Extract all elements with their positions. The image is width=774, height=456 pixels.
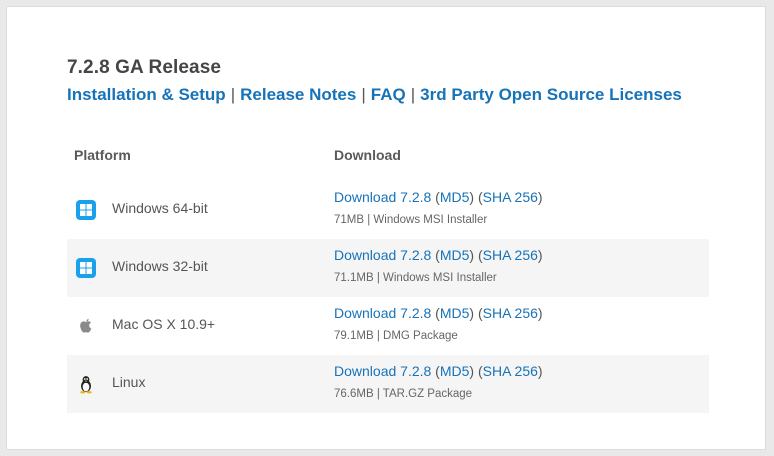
package-info: 79.1MB | DMG Package [334, 330, 458, 342]
download-header: Download [334, 147, 401, 163]
download-link[interactable]: Download 7.2.8 [334, 305, 431, 321]
downloads-table: Platform Download Windows 64-bit Downloa… [67, 141, 709, 413]
release-title: 7.2.8 GA Release [67, 57, 222, 78]
link-separator: | [410, 85, 416, 104]
package-info: 76.6MB | TAR.GZ Package [334, 388, 473, 400]
package-info: 71.1MB | Windows MSI Installer [334, 272, 497, 284]
platform-name: Windows 64-bit [112, 200, 208, 216]
table-row: Windows 32-bit Download 7.2.8 (MD5) (SHA… [67, 239, 709, 297]
platform-name: Windows 32-bit [112, 258, 208, 274]
download-link[interactable]: Download 7.2.8 [334, 189, 431, 205]
download-link[interactable]: Download 7.2.8 [334, 247, 431, 263]
link-separator: | [361, 85, 366, 104]
installation-setup-link[interactable]: Installation & Setup [67, 85, 226, 104]
release-notes-link[interactable]: Release Notes [240, 85, 356, 104]
package-info: 71MB | Windows MSI Installer [334, 214, 488, 226]
table-row: Linux Download 7.2.8 (MD5) (SHA 256) 76.… [67, 355, 709, 413]
release-links: Installation & Setup | Release Notes | FAQ | 3… [67, 85, 682, 105]
sha256-link[interactable]: SHA 256 [483, 247, 538, 263]
windows-icon [76, 200, 96, 220]
link-separator: | [230, 85, 236, 104]
sha256-link[interactable]: SHA 256 [483, 363, 538, 379]
download-links: Download 7.2.8 (MD5) (SHA 256) [334, 363, 543, 379]
md5-link[interactable]: MD5 [440, 247, 470, 263]
md5-link[interactable]: MD5 [440, 363, 470, 379]
download-link[interactable]: Download 7.2.8 [334, 363, 431, 379]
download-links: Download 7.2.8 (MD5) (SHA 256) [334, 247, 543, 263]
md5-link[interactable]: MD5 [440, 189, 470, 205]
apple-icon [76, 316, 96, 336]
release-card: 7.2.8 GA Release Installation & Setup | Re… [6, 6, 766, 450]
platform-header: Platform [74, 147, 131, 163]
platform-name: Linux [112, 374, 146, 390]
sha256-link[interactable]: SHA 256 [483, 305, 538, 321]
md5-link[interactable]: MD5 [440, 305, 470, 321]
sha256-link[interactable]: SHA 256 [483, 189, 538, 205]
faq-link[interactable]: FAQ [371, 85, 406, 104]
download-links: Download 7.2.8 (MD5) (SHA 256) [334, 189, 543, 205]
windows-icon [76, 258, 96, 278]
open-source-licenses-link[interactable]: 3rd Party Open Source Licenses [420, 85, 682, 104]
table-row: Windows 64-bit Download 7.2.8 (MD5) (SHA… [67, 181, 709, 239]
linux-icon [76, 374, 96, 394]
table-header: Platform Download [67, 141, 709, 181]
table-row: Mac OS X 10.9+ Download 7.2.8 (MD5) (SHA… [67, 297, 709, 355]
download-links: Download 7.2.8 (MD5) (SHA 256) [334, 305, 543, 321]
platform-name: Mac OS X 10.9+ [112, 316, 216, 332]
